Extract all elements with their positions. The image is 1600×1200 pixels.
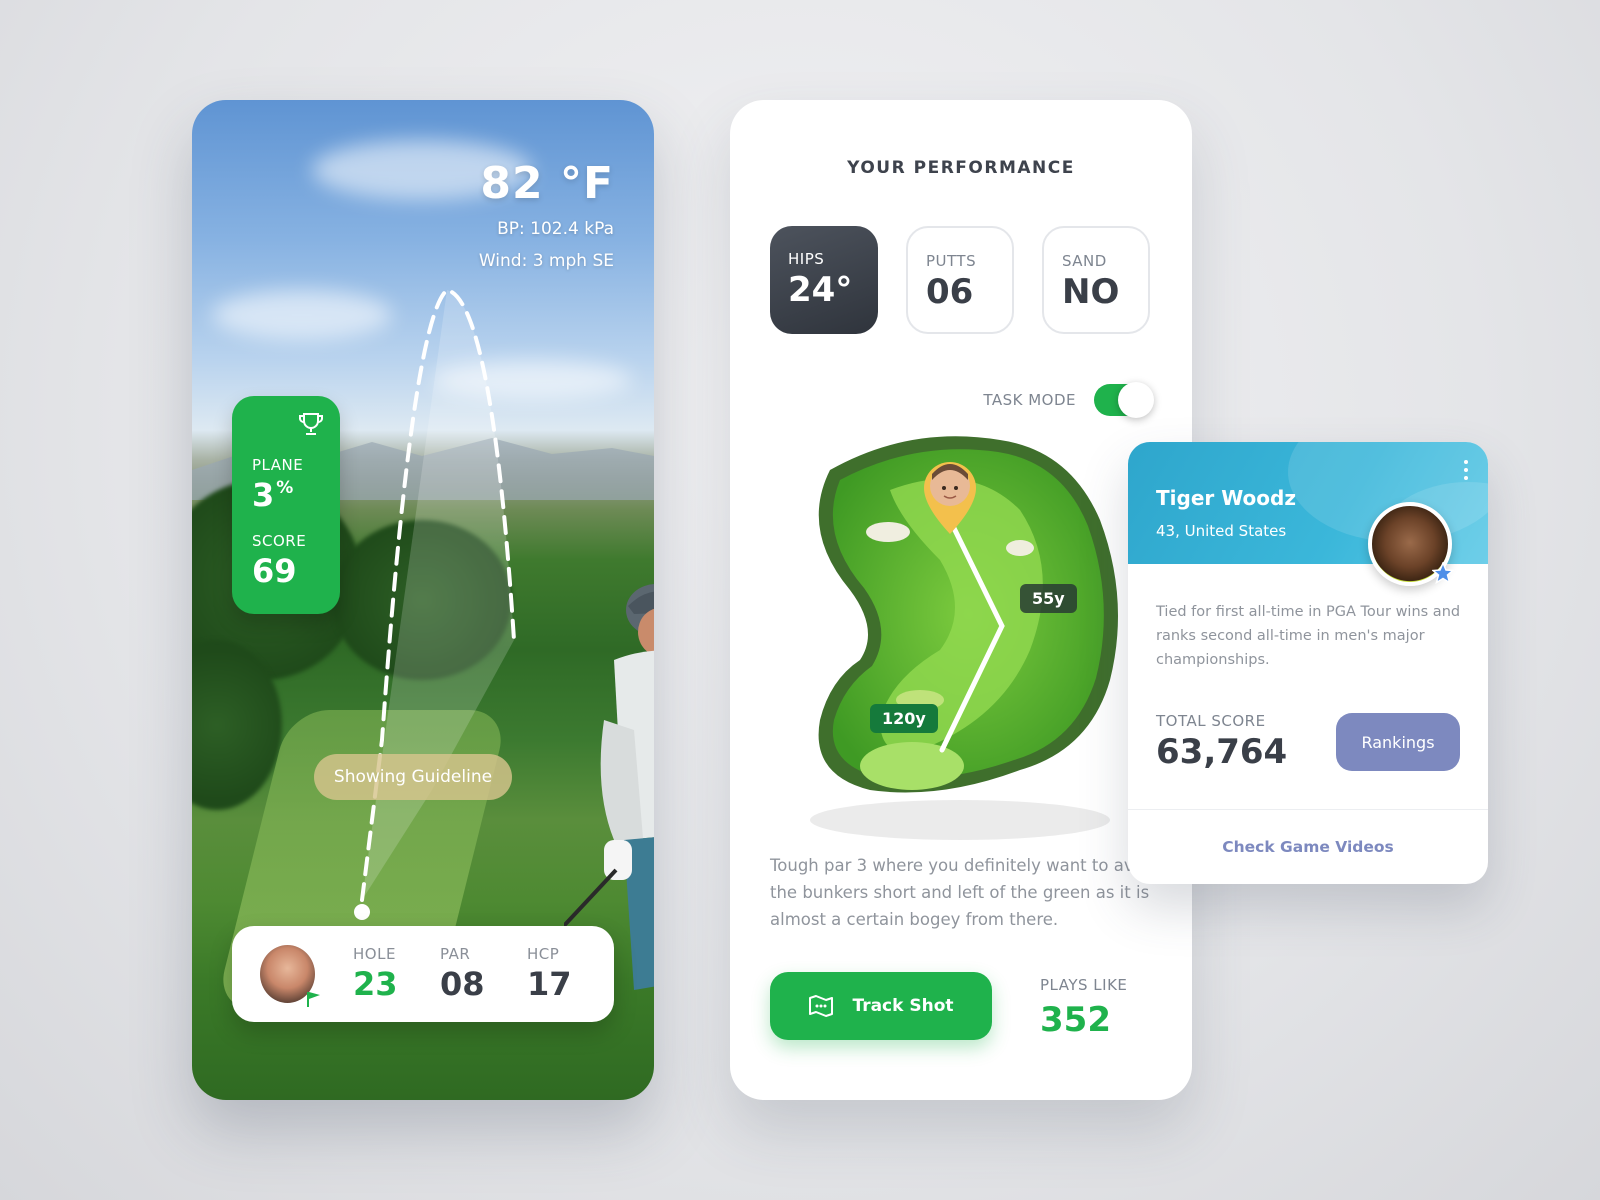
metric-label: HIPS bbox=[788, 250, 825, 268]
metric-hips[interactable]: HIPS 24° bbox=[770, 226, 878, 334]
showing-guideline-pill[interactable]: Showing Guideline bbox=[314, 754, 512, 800]
track-shot-button[interactable]: Track Shot bbox=[770, 972, 992, 1040]
distance-label-far: 55y bbox=[1020, 584, 1077, 613]
course-hole-map[interactable] bbox=[770, 430, 1150, 850]
metric-sand[interactable]: SAND NO bbox=[1042, 226, 1150, 334]
plays-like-value: 352 bbox=[1040, 1000, 1111, 1040]
performance-screen: YOUR PERFORMANCE HIPS 24° PUTTS 06 SAND … bbox=[730, 100, 1192, 1100]
plane-score-card[interactable]: PLANE 3% SCORE 69 bbox=[232, 396, 340, 614]
metric-label: SAND bbox=[1062, 252, 1107, 270]
temperature: 82 °F bbox=[480, 158, 614, 209]
player-bio: Tied for first all-time in PGA Tour wins… bbox=[1156, 604, 1461, 668]
check-game-videos-link[interactable]: Check Game Videos bbox=[1128, 810, 1488, 884]
task-mode-row: TASK MODE bbox=[983, 382, 1154, 418]
task-mode-toggle[interactable] bbox=[1094, 382, 1154, 418]
hole-label: HOLE bbox=[353, 945, 396, 963]
player-profile-card: Tiger Woodz 43, United States Tied for f… bbox=[1128, 442, 1488, 884]
total-score-label: TOTAL SCORE bbox=[1156, 712, 1266, 730]
par-value: 08 bbox=[440, 965, 485, 1003]
rankings-button[interactable]: Rankings bbox=[1336, 713, 1460, 771]
plays-like: PLAYS LIKE 352 bbox=[1040, 976, 1127, 1040]
avatar[interactable] bbox=[260, 945, 320, 1007]
hole-description: Tough par 3 where you definitely want to… bbox=[770, 856, 1159, 929]
distance-label-near: 120y bbox=[870, 704, 938, 733]
par-label: PAR bbox=[440, 945, 471, 963]
hcp-value: 17 bbox=[527, 965, 572, 1003]
wind: Wind: 3 mph SE bbox=[478, 251, 614, 271]
star-icon bbox=[1432, 562, 1454, 584]
hcp-label: HCP bbox=[527, 945, 560, 963]
flag-icon bbox=[307, 992, 320, 1007]
plane-value: 3% bbox=[252, 476, 294, 514]
hcp-stat: HCP 17 bbox=[527, 945, 614, 1003]
toggle-knob bbox=[1118, 382, 1154, 418]
hole-stat: HOLE 23 bbox=[353, 945, 440, 1003]
total-score-value: 63,764 bbox=[1156, 732, 1288, 772]
hole-value: 23 bbox=[353, 965, 398, 1003]
track-shot-label: Track Shot bbox=[852, 996, 954, 1016]
plane-unit: % bbox=[276, 478, 294, 498]
metric-value: 24° bbox=[788, 270, 853, 310]
more-options-icon[interactable] bbox=[1458, 460, 1474, 486]
player-name: Tiger Woodz bbox=[1156, 486, 1296, 510]
avatar[interactable] bbox=[1368, 502, 1454, 586]
metric-label: PUTTS bbox=[926, 252, 977, 270]
task-mode-label: TASK MODE bbox=[983, 391, 1076, 409]
par-stat: PAR 08 bbox=[440, 945, 527, 1003]
weather-panel: 82 °F BP: 102.4 kPa Wind: 3 mph SE bbox=[479, 158, 614, 271]
score-label: SCORE bbox=[252, 532, 307, 550]
metric-putts[interactable]: PUTTS 06 bbox=[906, 226, 1014, 334]
trophy-icon bbox=[299, 413, 323, 435]
plays-like-label: PLAYS LIKE bbox=[1040, 976, 1128, 994]
player-subtitle: 43, United States bbox=[1156, 522, 1287, 540]
hole-info-card: HOLE 23 PAR 08 HCP 17 bbox=[232, 926, 614, 1022]
metric-value: 06 bbox=[926, 272, 974, 312]
score-value: 69 bbox=[252, 552, 297, 590]
plane-label: PLANE bbox=[252, 456, 304, 474]
map-icon bbox=[809, 995, 834, 1017]
page-title: YOUR PERFORMANCE bbox=[847, 158, 1075, 178]
metric-value: NO bbox=[1062, 272, 1120, 312]
pressure: BP: 102.4 kPa bbox=[497, 219, 614, 239]
shot-view-screen: 82 °F BP: 102.4 kPa Wind: 3 mph SE PLANE… bbox=[192, 100, 654, 1100]
